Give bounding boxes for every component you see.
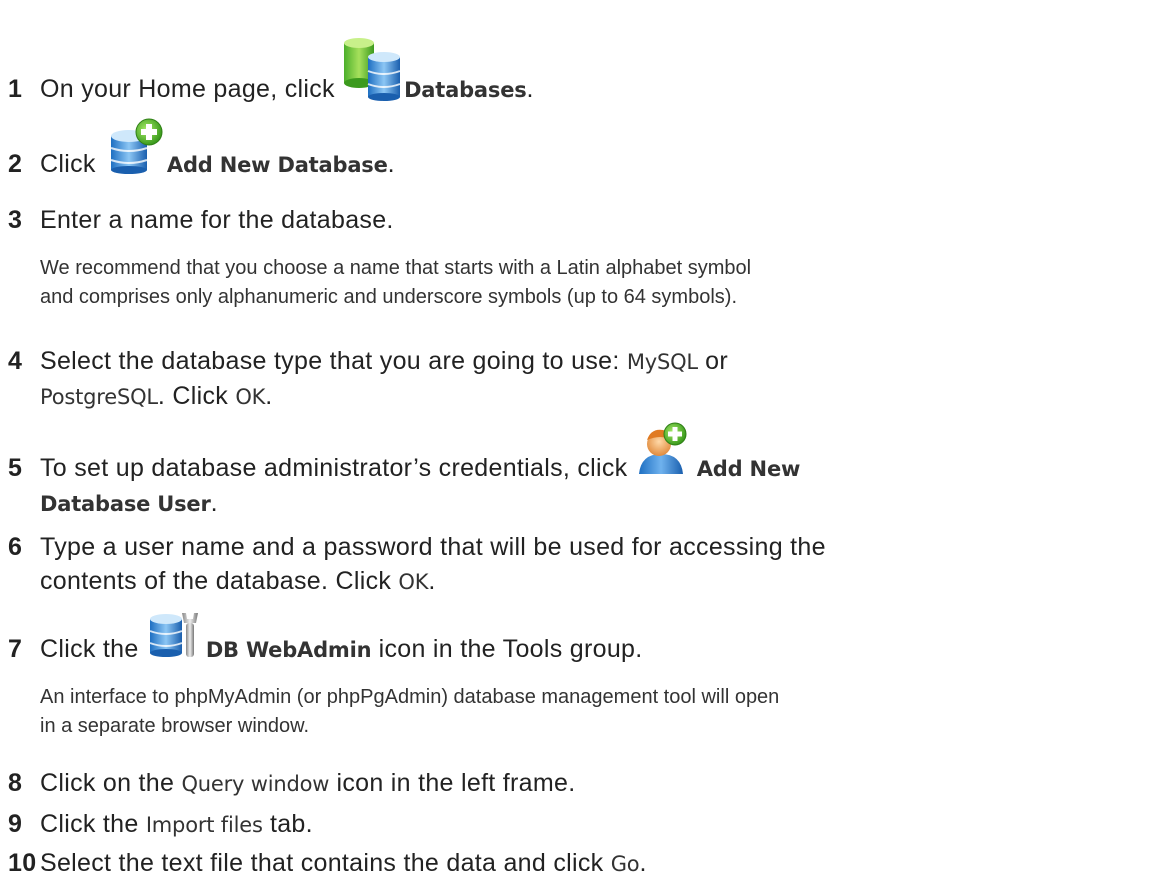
ui-import-files: Import files [145, 813, 263, 837]
step-text: Click the [40, 635, 146, 663]
step-text: Click on the [40, 769, 182, 797]
ui-mysql: MySQL [626, 350, 698, 374]
step-text: Select the text file that contains the d… [40, 849, 611, 877]
step-text: contents of the database. Click [40, 567, 399, 595]
step-3-note: We recommend that you choose a name that… [40, 254, 1141, 312]
step-number: 2 [8, 150, 23, 178]
ui-query-window: Query window [181, 772, 330, 796]
step-number: 1 [8, 75, 23, 103]
ui-databases: Databases [404, 78, 527, 102]
step-text: Click the [40, 810, 146, 838]
step-text: Enter a name for the database. [40, 206, 394, 234]
step-text: icon in the left frame. [329, 769, 576, 797]
step-number: 7 [8, 635, 23, 663]
step-6: 6 Type a user name and a password that wi… [8, 530, 1141, 599]
note-line: We recommend that you choose a name that… [40, 257, 752, 279]
ui-go: Go [610, 852, 640, 876]
step-9: 9 Click the Import files tab. [8, 807, 1141, 842]
step-number: 9 [8, 810, 23, 838]
step-8: 8 Click on the Query window icon in the l… [8, 766, 1141, 801]
step-punct: . [526, 75, 534, 103]
step-punct: . [387, 150, 395, 178]
step-number: 3 [8, 206, 23, 234]
ui-ok: OK [398, 570, 429, 594]
step-text: icon in the Tools group. [371, 635, 643, 663]
step-text: tab. [262, 810, 313, 838]
step-text: Select the database type that you are go… [40, 347, 627, 375]
step-7-note: An interface to phpMyAdmin (or phpPgAdmi… [40, 683, 1141, 741]
step-punct: . [428, 567, 436, 595]
note-line: An interface to phpMyAdmin (or phpPgAdmi… [40, 686, 780, 708]
step-text: Click [40, 150, 103, 178]
db-webadmin-icon [146, 613, 206, 667]
step-punct: . [210, 489, 218, 518]
step-number: 10 [8, 849, 37, 877]
step-punct: . [265, 382, 273, 410]
ui-add-new: Add New [696, 457, 801, 481]
ui-database-user: Database User [40, 492, 211, 517]
note-line: and comprises only alphanumeric and unde… [40, 286, 738, 308]
ui-add-new-database: Add New Database [166, 153, 388, 177]
step-2: 2 Click Add New Database. [8, 118, 1141, 182]
step-text: . Click [157, 382, 236, 410]
step-10: 10 Select the text file that contains the… [8, 846, 1141, 881]
step-punct: . [639, 849, 647, 877]
ui-postgresql: PostgreSQL [40, 385, 158, 409]
step-5: 5 To set up database administrator’s cred… [8, 422, 1141, 521]
ui-ok: OK [235, 385, 266, 409]
step-text: On your Home page, click [40, 75, 343, 103]
step-1: 1 On your Home page, click Databases. [8, 38, 1141, 107]
step-7: 7 Click the DB WebAdmin icon in the Tools… [8, 613, 1141, 667]
ui-db-webadmin: DB WebAdmin [205, 638, 372, 662]
step-number: 4 [8, 347, 23, 375]
add-database-icon [103, 118, 167, 182]
step-number: 6 [8, 533, 23, 561]
add-user-icon [635, 422, 697, 486]
step-text: or [697, 347, 729, 375]
step-3: 3 Enter a name for the database. [8, 203, 1141, 237]
step-text: Type a user name and a password that wil… [40, 533, 826, 561]
step-text: To set up database administrator’s crede… [40, 454, 635, 482]
note-line: in a separate browser window. [40, 715, 310, 737]
step-4: 4 Select the database type that you are g… [8, 344, 1141, 414]
databases-icon [342, 38, 404, 107]
step-number: 5 [8, 454, 23, 482]
step-number: 8 [8, 769, 23, 797]
